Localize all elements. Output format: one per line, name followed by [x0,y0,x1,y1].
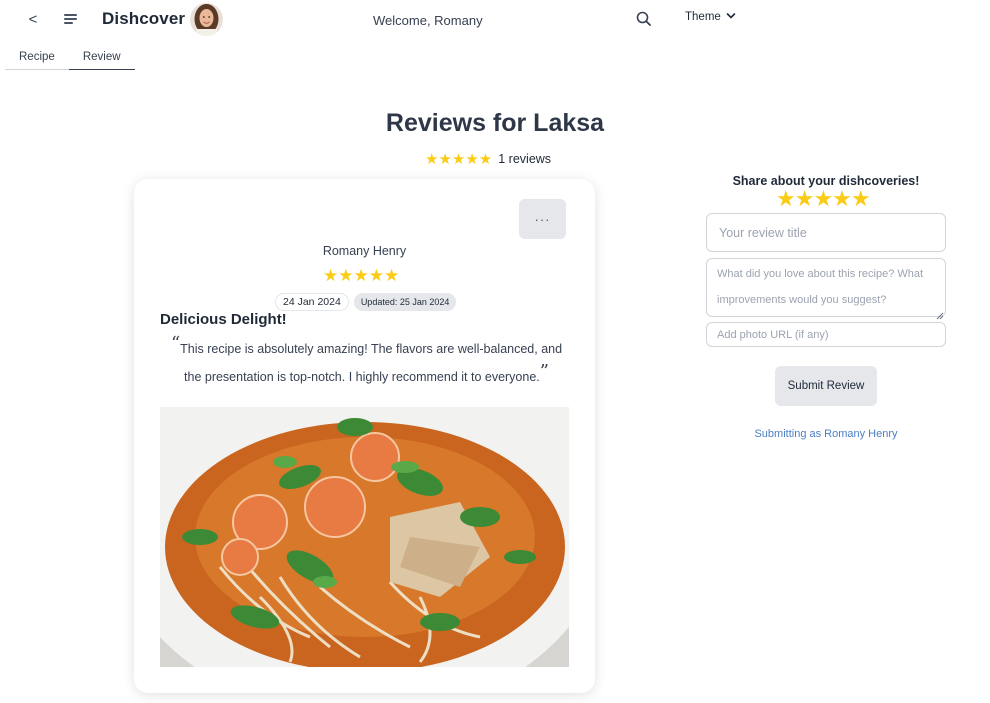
review-body-textarea[interactable]: What did you love about this recipe? Wha… [706,258,946,317]
page-title: Reviews for Laksa [385,109,605,137]
open-quote: “ [170,333,181,354]
review-body: “This recipe is absolutely amazing! The … [164,335,569,391]
tab-recipe[interactable]: Recipe [5,48,69,70]
rating-summary: ★★★★★ 1 reviews [425,150,551,168]
brand-logo-text[interactable]: Dishcover [102,9,185,29]
search-icon[interactable] [634,9,654,29]
more-options-button[interactable]: ··· [519,199,566,239]
submit-review-button[interactable]: Submit Review [775,366,877,406]
chevron-down-icon [726,11,736,23]
date-badge: 24 Jan 2024 [275,293,349,311]
review-dates: 24 Jan 2024 Updated: 25 Jan 2024 [275,293,457,311]
close-quote: ” [539,361,549,382]
updated-badge: Updated: 25 Jan 2024 [353,293,457,311]
review-count: 1 reviews [498,152,552,166]
submitting-as-text: Submitting as Romany Henry [754,428,898,440]
back-button[interactable]: < [24,8,42,30]
top-bar: < Dishcover Welcome, Romany Theme [0,0,990,40]
welcome-text: Welcome, Romany [373,13,483,28]
reviewer-name: Romany Henry [322,244,407,258]
review-card: ··· Romany Henry ★★★★★ 24 Jan 2024 Updat… [134,179,595,693]
theme-dropdown[interactable]: Theme [685,11,736,23]
avatar[interactable] [190,3,223,36]
review-stars: ★★★★★ [323,266,400,285]
review-title-input[interactable]: Your review title [706,213,946,252]
photo-url-input[interactable]: Add photo URL (if any) [706,322,946,347]
rating-input-stars[interactable]: ★★★★★ [776,186,871,212]
summary-stars: ★★★★★ [425,151,493,168]
resize-handle-icon[interactable] [936,307,944,320]
menu-icon[interactable] [60,9,80,29]
theme-label: Theme [685,11,721,23]
tab-bar: Recipe Review [5,48,135,70]
review-title: Delicious Delight! [160,311,287,328]
review-text: This recipe is absolutely amazing! The f… [180,342,563,384]
tab-review[interactable]: Review [68,48,135,70]
review-photo [160,407,569,667]
